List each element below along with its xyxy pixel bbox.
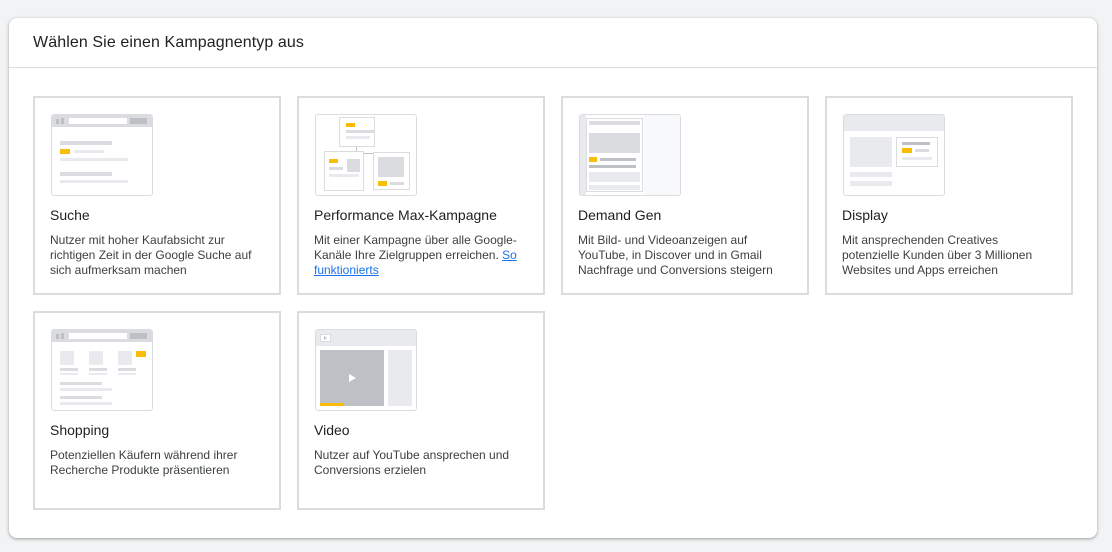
campaign-card-pmax[interactable]: Performance Max-Kampagne Mit einer Kampa…	[297, 96, 545, 295]
card-description: Nutzer mit hoher Kaufabsicht zur richtig…	[50, 233, 252, 277]
campaign-type-panel: Wählen Sie einen Kampagnentyp aus Suche …	[9, 18, 1097, 538]
card-description: Mit ansprechenden Creatives potenzielle …	[842, 233, 1033, 277]
video-illustration-icon	[315, 329, 417, 411]
search-ad-illustration-icon	[51, 114, 153, 196]
campaign-card-video[interactable]: Video Nutzer auf YouTube ansprechen und …	[297, 311, 545, 510]
page-title: Wählen Sie einen Kampagnentyp aus	[33, 34, 305, 51]
card-description-text: Mit einer Kampagne über alle Google-Kanä…	[314, 233, 517, 262]
card-title: Display	[842, 207, 888, 223]
panel-header: Wählen Sie einen Kampagnentyp aus	[9, 18, 1097, 68]
campaign-card-display[interactable]: Display Mit ansprechenden Creatives pote…	[825, 96, 1073, 295]
card-title: Performance Max-Kampagne	[314, 207, 497, 223]
card-title: Video	[314, 422, 350, 438]
card-description: Nutzer auf YouTube ansprechen und Conver…	[314, 448, 510, 477]
campaign-card-demand-gen[interactable]: Demand Gen Mit Bild- und Videoanzeigen a…	[561, 96, 809, 295]
shopping-illustration-icon	[51, 329, 153, 411]
campaign-card-search[interactable]: Suche Nutzer mit hoher Kaufabsicht zur r…	[33, 96, 281, 295]
demand-gen-illustration-icon	[579, 114, 681, 196]
card-title: Shopping	[50, 422, 110, 438]
display-illustration-icon	[843, 114, 945, 196]
campaign-card-shopping[interactable]: Shopping Potenziellen Käufern während ih…	[33, 311, 281, 510]
card-description: Potenziellen Käufern während ihrer Reche…	[50, 448, 238, 477]
card-description: Mit Bild- und Videoanzeigen auf YouTube,…	[578, 233, 773, 277]
card-title: Suche	[50, 207, 90, 223]
card-description: Mit einer Kampagne über alle Google-Kanä…	[314, 233, 529, 278]
card-title: Demand Gen	[578, 207, 662, 223]
pmax-illustration-icon	[315, 114, 417, 196]
